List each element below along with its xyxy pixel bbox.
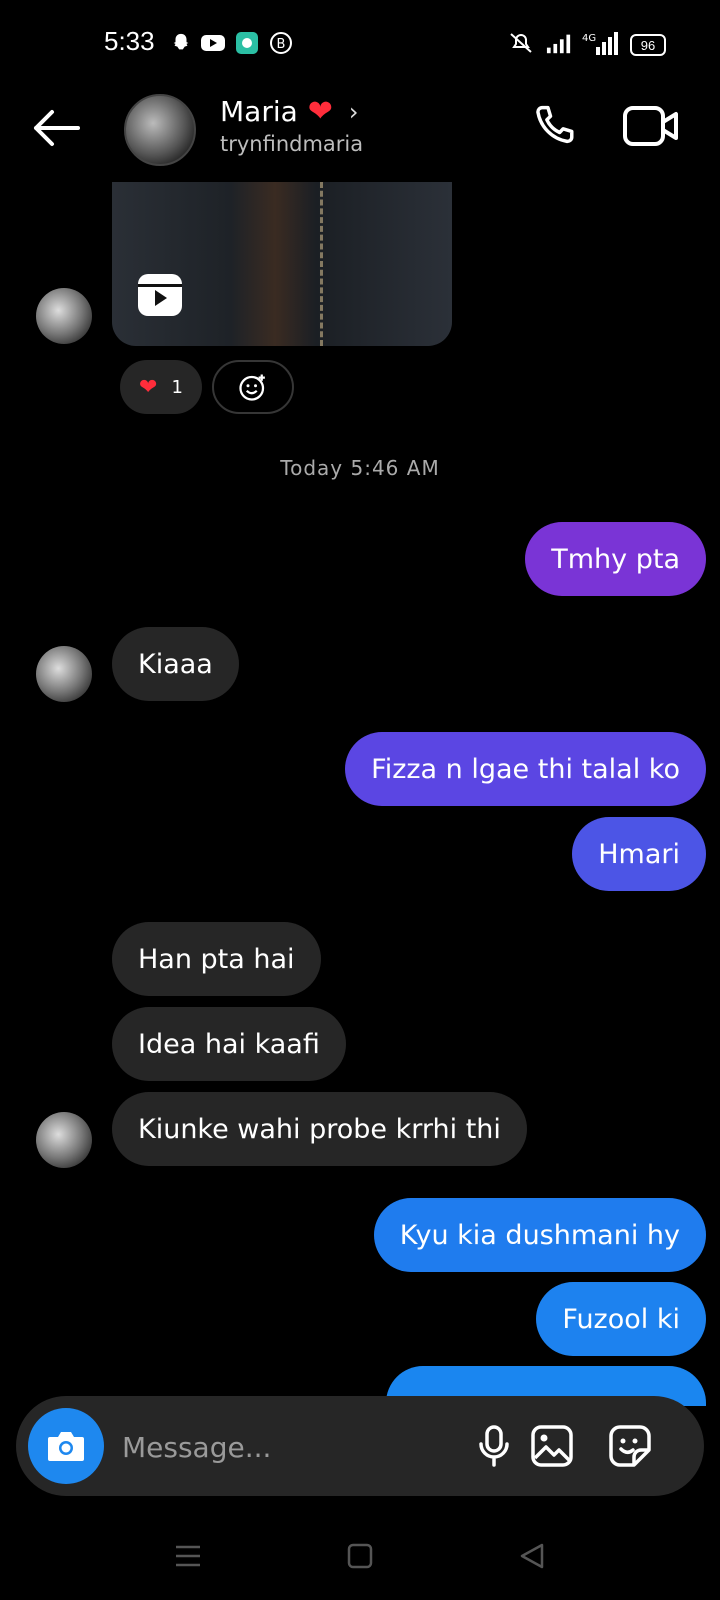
heart-reaction-icon: ❤ — [139, 374, 158, 400]
snapchat-icon — [168, 30, 194, 56]
message-text: Hmari — [598, 838, 680, 870]
reaction-count: 1 — [171, 376, 183, 398]
outgoing-message[interactable]: Fizza n lgae thi talal ko — [345, 732, 706, 806]
add-reaction-button[interactable] — [212, 360, 294, 414]
battery-icon: 96 — [630, 34, 666, 56]
message-text: Idea hai kaafi — [138, 1028, 320, 1060]
contact-name: Maria — [220, 95, 298, 128]
message-text: Kyu kia dushmani hy — [399, 1219, 680, 1251]
outgoing-message[interactable]: Tmhy pta — [525, 522, 706, 596]
contact-avatar[interactable] — [124, 94, 196, 166]
microphone-icon[interactable] — [472, 1424, 516, 1468]
youtube-icon — [200, 30, 226, 56]
back-arrow-icon[interactable] — [30, 106, 82, 150]
message-composer — [16, 1396, 704, 1496]
message-text: Fizza n lgae thi talal ko — [371, 753, 680, 785]
message-timestamp: Today 5:46 AM — [280, 456, 440, 480]
b-icon: B — [268, 30, 294, 56]
sender-avatar — [36, 646, 92, 702]
camera-icon — [48, 1432, 84, 1461]
reel-image-detail — [320, 182, 327, 346]
gallery-icon[interactable] — [530, 1424, 574, 1468]
svg-text:4G: 4G — [582, 33, 596, 44]
signal-icon — [546, 30, 572, 56]
svg-text:B: B — [277, 37, 286, 52]
app-icon — [234, 30, 260, 56]
back-nav-icon[interactable] — [512, 1536, 552, 1576]
message-text: Han pta hai — [138, 943, 295, 975]
camera-button[interactable] — [28, 1408, 104, 1484]
signal-4g-icon: 4G — [582, 30, 618, 56]
recents-nav-icon[interactable] — [168, 1536, 208, 1576]
chevron-right-icon: › — [348, 97, 359, 126]
home-nav-icon[interactable] — [340, 1536, 380, 1576]
battery-level: 96 — [640, 37, 656, 53]
sender-avatar — [36, 1112, 92, 1168]
video-call-icon[interactable] — [622, 102, 680, 150]
outgoing-message[interactable]: Kyu kia dushmani hy — [373, 1198, 706, 1272]
reel-preview[interactable] — [112, 182, 452, 346]
contact-name-row[interactable]: Maria ❤ › — [220, 94, 359, 129]
message-text: Kiaaa — [138, 648, 213, 680]
message-text: Tmhy pta — [551, 543, 680, 575]
heart-emoji: ❤ — [307, 94, 333, 129]
outgoing-message[interactable]: Fuzool ki — [536, 1282, 706, 1356]
sticker-icon[interactable] — [608, 1424, 652, 1468]
message-input[interactable] — [120, 1426, 424, 1468]
mute-icon — [508, 30, 534, 56]
message-text: Fuzool ki — [562, 1303, 680, 1335]
incoming-message[interactable]: Kiaaa — [112, 627, 239, 701]
status-time: 5:33 — [104, 26, 155, 56]
incoming-message[interactable]: Han pta hai — [112, 922, 321, 996]
message-text: Kiunke wahi probe krrhi thi — [138, 1113, 501, 1145]
incoming-message[interactable]: Idea hai kaafi — [112, 1007, 346, 1081]
incoming-message[interactable]: Kiunke wahi probe krrhi thi — [112, 1092, 527, 1166]
add-emoji-icon — [239, 374, 265, 401]
outgoing-message[interactable]: Hmari — [572, 817, 706, 891]
phone-icon[interactable] — [528, 100, 580, 152]
reaction-pill[interactable]: ❤ 1 — [120, 360, 202, 414]
contact-username: trynfindmaria — [220, 132, 364, 156]
reels-icon — [138, 274, 182, 316]
sender-avatar — [36, 288, 92, 344]
